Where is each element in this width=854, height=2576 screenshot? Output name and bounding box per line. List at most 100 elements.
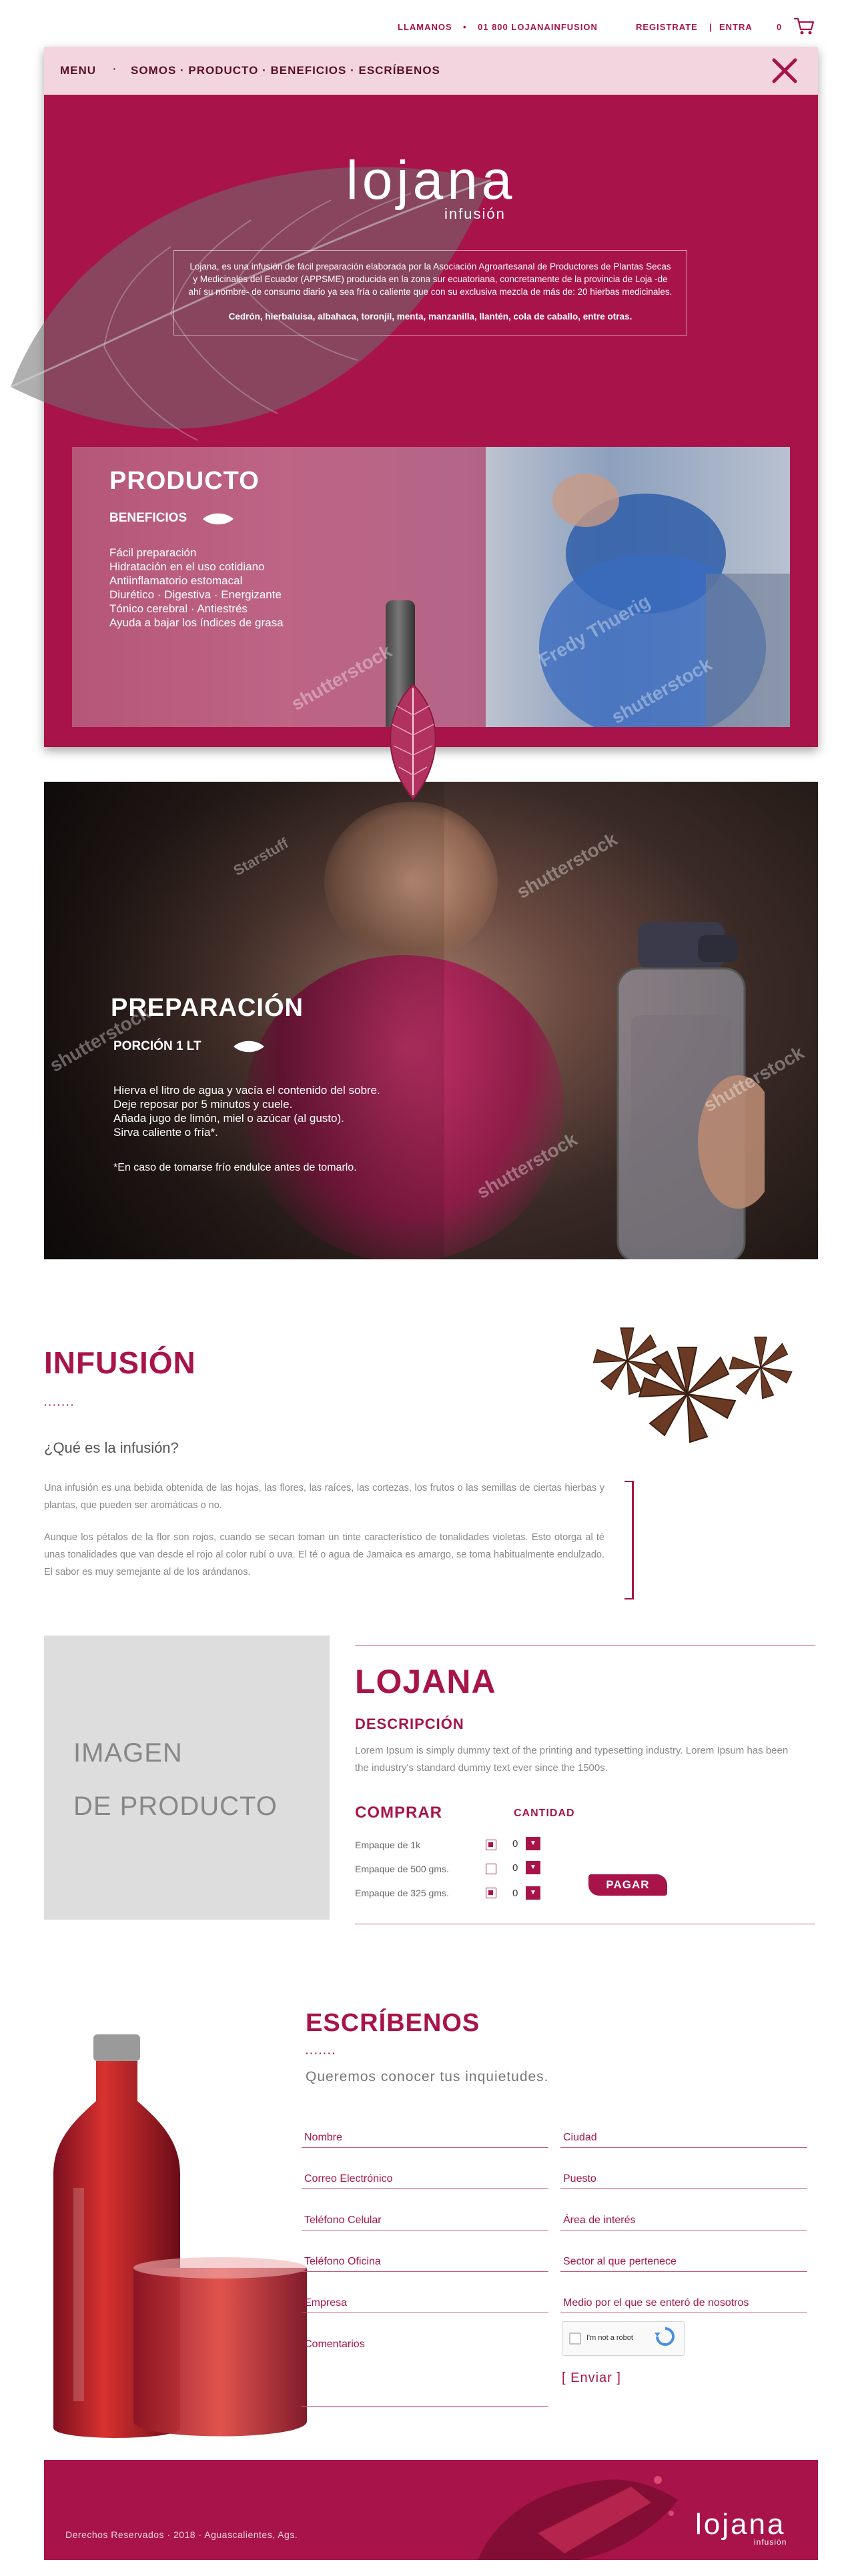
option-checkbox[interactable] <box>486 1888 496 1898</box>
preparation-steps: Hierva el litro de agua y vacía el conte… <box>113 1083 380 1139</box>
top-utility-bar: LLAMANOS • 01 800 LOJANAINFUSION REGISTR… <box>0 0 854 53</box>
cart-icon[interactable] <box>793 16 815 36</box>
footer: Derechos Reservados · 2018 · Aguascalien… <box>44 2460 818 2560</box>
logo-sub: infusión <box>444 205 506 222</box>
divider-line <box>355 1645 815 1646</box>
field-label: Medio por el que se enteró de nosotros <box>563 2297 749 2309</box>
quantity-value: 0 <box>512 1862 518 1874</box>
product-title: PRODUCTO <box>109 467 260 495</box>
benefit-item: Fácil preparación <box>109 546 197 559</box>
quantity-value: 0 <box>512 1888 518 1899</box>
intro-text: Lojana, es una infusión de fácil prepara… <box>188 261 673 297</box>
option-checkbox[interactable] <box>486 1840 496 1850</box>
send-button[interactable]: [ Enviar ] <box>562 2371 621 2386</box>
bracket-decoration <box>624 1481 634 1599</box>
city-field[interactable]: Ciudad <box>560 2126 807 2148</box>
step-item: Añada jugo de limón, miel o azúcar (al g… <box>113 1112 344 1125</box>
field-label: Teléfono Oficina <box>304 2256 381 2267</box>
benefit-item: Antiinflamatorio estomacal <box>109 574 243 587</box>
captcha-widget[interactable]: I'm not a robot <box>562 2321 685 2356</box>
captcha-checkbox[interactable] <box>569 2333 581 2345</box>
email-field[interactable]: Correo Electrónico <box>302 2168 548 2189</box>
brand-logo: lojana infusión <box>44 153 818 223</box>
benefit-item: Diurético · Digestiva · Energizante <box>109 588 282 601</box>
option-label: Empaque de 1k <box>355 1840 421 1850</box>
field-label: Nombre <box>304 2132 342 2143</box>
infusion-paragraph: Aunque los pétalos de la flor son rojos,… <box>44 1532 604 1577</box>
product-description: Lorem Ipsum is simply dummy text of the … <box>355 1745 789 1774</box>
step-item: Deje reposar por 5 minutos y cuele. <box>113 1098 293 1111</box>
nav-dot: · <box>112 61 117 76</box>
quantity-dropdown[interactable]: ▼ <box>526 1861 540 1874</box>
comments-field[interactable]: Comentarios <box>302 2333 548 2407</box>
quantity-value: 0 <box>512 1838 518 1850</box>
product-name: LOJANA <box>355 1663 496 1700</box>
field-label: Puesto <box>563 2173 596 2184</box>
step-item: Hierva el litro de agua y vacía el conte… <box>113 1084 380 1097</box>
bullet: • <box>463 22 467 32</box>
preparation-note: *En caso de tomarse frío endulce antes d… <box>113 1162 357 1173</box>
description-heading: DESCRIPCIÓN <box>355 1716 464 1732</box>
placeholder-line: IMAGEN <box>73 1738 183 1768</box>
infusion-paragraph: Una infusión es una bebida obtenida de l… <box>44 1483 604 1511</box>
field-label: Sector al que pertenece <box>563 2256 677 2267</box>
herbs-list: Cedrón, hierbaluisa, albahaca, toronjil,… <box>228 311 632 321</box>
placeholder-line: DE PRODUCTO <box>73 1792 278 1821</box>
buy-heading: COMPRAR <box>355 1804 442 1822</box>
login-link[interactable]: ENTRA <box>719 22 753 32</box>
menu-button[interactable]: MENU <box>60 64 96 77</box>
office-phone-field[interactable]: Teléfono Oficina <box>302 2250 548 2272</box>
send-label: Enviar <box>570 2371 612 2385</box>
preparation-section: Starstuff shutterstock shutterstock shut… <box>44 782 818 1259</box>
mobile-field[interactable]: Teléfono Celular <box>302 2209 548 2230</box>
leaf-icon <box>234 1041 264 1053</box>
field-label: Área de interés <box>563 2214 636 2226</box>
name-field[interactable]: Nombre <box>302 2126 548 2148</box>
divider-dots: ······· <box>306 2048 337 2058</box>
step-item: Sirva caliente o fría*. <box>113 1126 218 1139</box>
phone-link[interactable]: 01 800 LOJANAINFUSION <box>478 22 598 32</box>
separator: | <box>709 22 713 32</box>
leaf-icon <box>390 683 436 800</box>
footer-logo: lojana <box>695 2508 786 2541</box>
company-field[interactable]: Empresa <box>302 2292 548 2313</box>
contact-title: ESCRÍBENOS <box>306 2009 480 2037</box>
nav-links[interactable]: SOMOS · PRODUCTO · BENEFICIOS · ESCRÍBEN… <box>131 64 440 77</box>
option-checkbox[interactable] <box>486 1864 496 1874</box>
field-label: Empresa <box>304 2297 348 2309</box>
hero-section: MENU · SOMOS · PRODUCTO · BENEFICIOS · E… <box>10 47 818 747</box>
position-field[interactable]: Puesto <box>560 2168 807 2189</box>
field-label: Comentarios <box>304 2339 365 2350</box>
interest-field[interactable]: Área de interés <box>560 2209 807 2230</box>
sector-field[interactable]: Sector al que pertenece <box>560 2250 807 2272</box>
register-link[interactable]: REGISTRATE <box>636 22 698 32</box>
pay-button[interactable]: PAGAR <box>588 1874 667 1896</box>
red-drink-image <box>53 2034 307 2438</box>
cart-count: 0 <box>777 22 783 32</box>
leaf-icon <box>203 513 234 525</box>
benefits-subtitle: BENEFICIOS <box>109 511 187 525</box>
benefit-item: Hidratación en el uso cotidiano <box>109 560 265 573</box>
quantity-dropdown[interactable]: ▼ <box>526 1837 540 1850</box>
call-label: LLAMANOS <box>398 22 452 32</box>
divider-dots: ······· <box>44 1399 75 1410</box>
preparation-title: PREPARACIÓN <box>111 994 304 1022</box>
benefit-item: Ayuda a bajar los índices de grasa <box>109 616 284 629</box>
portion-subtitle: PORCIÓN 1 LT <box>113 1039 201 1053</box>
benefit-item: Tónico cerebral · Antiestrés <box>109 602 248 615</box>
quantity-dropdown[interactable]: ▼ <box>526 1886 540 1900</box>
contact-subtitle: Queremos conocer tus inquietudes. <box>306 2069 549 2084</box>
splash-bottle-image <box>478 2476 678 2560</box>
referral-field[interactable]: Medio por el que se enteró de nosotros <box>560 2292 807 2313</box>
intro-box: Lojana, es una infusión de fácil prepara… <box>173 250 687 336</box>
benefits-list: Fácil preparación Hidratación en el uso … <box>109 546 284 630</box>
field-label: Correo Electrónico <box>304 2173 393 2184</box>
field-label: Ciudad <box>563 2132 597 2143</box>
quantity-heading: CANTIDAD <box>514 1808 575 1819</box>
copyright: Derechos Reservados · 2018 · Aguascalien… <box>65 2529 298 2540</box>
infusion-title: INFUSIÓN <box>44 1345 196 1380</box>
product-image-placeholder: IMAGEN DE PRODUCTO <box>44 1636 330 1920</box>
close-icon[interactable] <box>770 56 799 85</box>
option-label: Empaque de 500 gms. <box>355 1864 449 1874</box>
option-label: Empaque de 325 gms. <box>355 1888 449 1898</box>
